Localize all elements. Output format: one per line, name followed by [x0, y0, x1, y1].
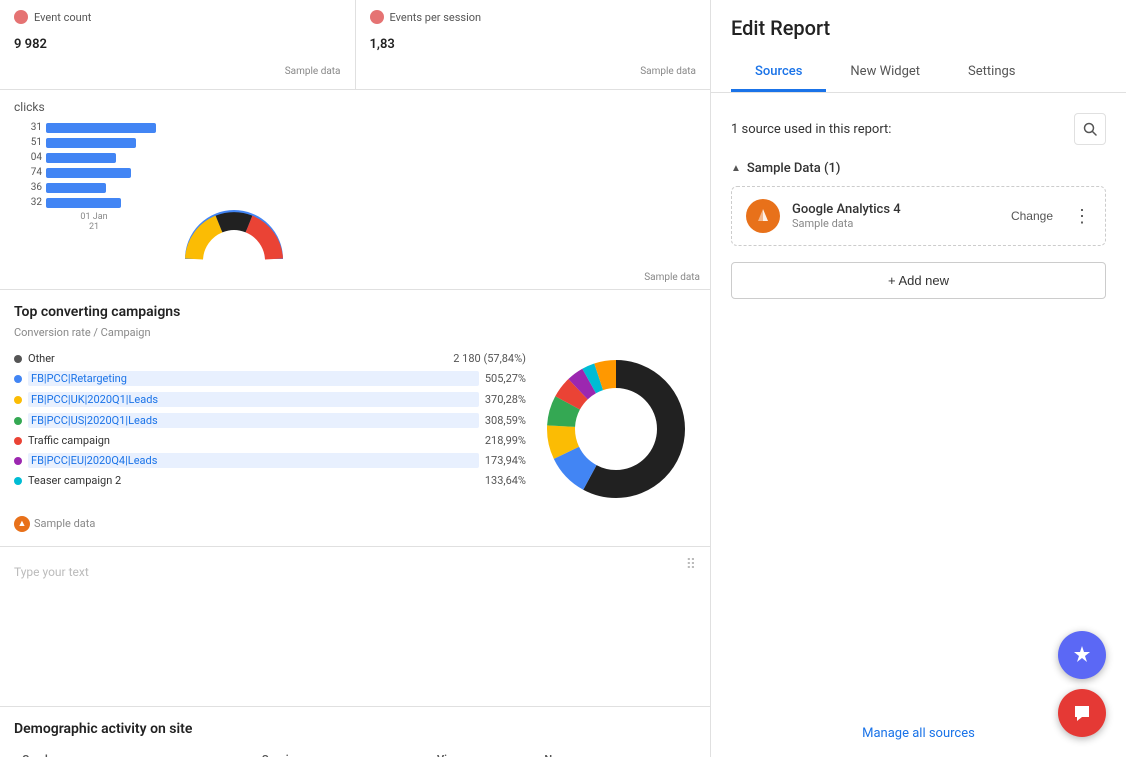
change-source-button[interactable]: Change	[1003, 205, 1061, 227]
demographic-table: Gender Sessions ▼ Views New users Gender…	[14, 747, 696, 757]
bar-6	[46, 198, 121, 208]
sources-count-label: 1 source used in this report:	[731, 122, 891, 137]
clicks-label: clicks	[14, 100, 174, 114]
campaign-row: FB|PCC|US|2020Q1|Leads 308,59%	[14, 410, 526, 431]
campaign-row: FB|PCC|UK|2020Q1|Leads 370,28%	[14, 389, 526, 410]
sources-header: 1 source used in this report:	[731, 113, 1106, 145]
date-label: 01 Jan21	[14, 212, 174, 232]
campaigns-widget: Top converting campaigns Conversion rate…	[0, 290, 710, 547]
campaigns-title: Top converting campaigns	[14, 304, 696, 320]
section-header[interactable]: ▲ Sample Data (1)	[731, 161, 1106, 176]
source-name: Google Analytics 4	[792, 202, 991, 217]
campaign-dot	[14, 477, 22, 485]
more-options-button[interactable]: ⋮	[1073, 206, 1091, 227]
tab-sources[interactable]: Sources	[731, 54, 826, 92]
campaign-row: Traffic campaign 218,99%	[14, 431, 526, 450]
col-header-views: Views	[429, 747, 536, 757]
campaign-value: 2 180 (57,84%)	[453, 352, 526, 365]
fab-container	[1058, 631, 1106, 737]
ai-assistant-button[interactable]	[1058, 631, 1106, 679]
metric-event-count: Event count 9 982 Sample data	[0, 0, 356, 89]
edit-report-title: Edit Report	[731, 16, 1106, 40]
campaign-dot	[14, 417, 22, 425]
chat-button[interactable]	[1058, 689, 1106, 737]
campaign-dot	[14, 396, 22, 404]
campaign-name: FB|PCC|Retargeting	[28, 371, 479, 386]
event-count-icon	[14, 10, 28, 24]
chat-icon	[1071, 702, 1093, 724]
text-widget-placeholder[interactable]: Type your text	[14, 565, 89, 579]
events-session-value: 1,83	[370, 37, 697, 52]
ga4-icon	[746, 199, 780, 233]
left-panel: Event count 9 982 Sample data Events per…	[0, 0, 710, 757]
metric-events-per-session: Events per session 1,83 Sample data	[356, 0, 711, 89]
campaign-value: 308,59%	[485, 414, 526, 427]
campaign-value: 133,64%	[485, 474, 526, 487]
campaign-dot	[14, 355, 22, 363]
campaign-name: Teaser campaign 2	[28, 474, 479, 487]
campaign-row: Other 2 180 (57,84%)	[14, 349, 526, 368]
campaign-value: 505,27%	[485, 372, 526, 385]
event-count-value: 9 982	[14, 37, 341, 52]
chevron-down-icon: ▲	[731, 163, 741, 174]
source-type: Sample data	[792, 217, 991, 230]
demographic-widget: Demographic activity on site Gender Sess…	[0, 707, 710, 757]
bar-4	[46, 168, 131, 178]
campaign-value: 218,99%	[485, 434, 526, 447]
campaigns-list: Other 2 180 (57,84%) FB|PCC|Retargeting …	[14, 349, 526, 509]
campaign-row: FB|PCC|EU|2020Q4|Leads 173,94%	[14, 450, 526, 471]
campaigns-sample-data: Sample data	[34, 515, 95, 532]
campaign-name: FB|PCC|US|2020Q1|Leads	[28, 413, 479, 428]
campaign-value: 370,28%	[485, 393, 526, 406]
clicks-sample-data: Sample data	[644, 272, 700, 283]
demographic-title: Demographic activity on site	[14, 721, 696, 737]
right-panel-header: Edit Report Sources New Widget Settings	[711, 0, 1126, 93]
search-icon	[1083, 122, 1097, 136]
bar-5	[46, 183, 106, 193]
semi-donut-chart	[184, 209, 284, 269]
bar-1	[46, 123, 156, 133]
campaign-dot	[14, 457, 22, 465]
drag-handle-icon[interactable]: ⠿	[686, 557, 696, 573]
col-header-sessions[interactable]: Sessions ▼	[254, 747, 429, 757]
add-new-source-button[interactable]: + Add new	[731, 262, 1106, 299]
text-widget: ⠿ Type your text	[0, 547, 710, 707]
source-info: Google Analytics 4 Sample data	[792, 202, 991, 230]
section-title: Sample Data (1)	[747, 161, 841, 176]
campaign-value: 173,94%	[485, 454, 526, 467]
campaign-dot	[14, 437, 22, 445]
campaign-dot	[14, 375, 22, 383]
clicks-bar-area: 31 51 04 74 36 32	[14, 122, 174, 208]
event-count-sample: Sample data	[14, 64, 341, 79]
events-session-sample: Sample data	[370, 64, 697, 79]
campaign-name: Other	[28, 352, 447, 365]
bar-3	[46, 153, 116, 163]
ai-icon	[1070, 643, 1094, 667]
campaign-name: FB|PCC|EU|2020Q4|Leads	[28, 453, 479, 468]
event-count-label: Event count	[34, 11, 91, 24]
events-session-icon	[370, 10, 384, 24]
campaign-row: FB|PCC|Retargeting 505,27%	[14, 368, 526, 389]
tab-new-widget[interactable]: New Widget	[826, 54, 944, 92]
donut-chart	[536, 349, 696, 509]
events-session-label: Events per session	[390, 11, 482, 24]
right-panel-content: 1 source used in this report: ▲ Sample D…	[711, 93, 1126, 710]
clicks-widget: clicks 31 51 04 74 36 32 01 Jan21 Sample…	[0, 90, 710, 290]
tabs-bar: Sources New Widget Settings	[731, 54, 1106, 92]
sample-data-section: ▲ Sample Data (1) Google Analytics 4 Sam…	[731, 161, 1106, 246]
tab-settings[interactable]: Settings	[944, 54, 1039, 92]
col-header-newusers: New users	[536, 747, 696, 757]
campaign-name: FB|PCC|UK|2020Q1|Leads	[28, 392, 479, 407]
col-header-gender: Gender	[14, 747, 254, 757]
campaign-name: Traffic campaign	[28, 434, 479, 447]
source-card: Google Analytics 4 Sample data Change ⋮	[731, 186, 1106, 246]
search-button[interactable]	[1074, 113, 1106, 145]
campaigns-source-icon: ▲	[14, 516, 30, 532]
bar-2	[46, 138, 136, 148]
campaigns-subtitle: Conversion rate / Campaign	[14, 326, 696, 339]
campaign-row: Teaser campaign 2 133,64%	[14, 471, 526, 490]
top-metrics-bar: Event count 9 982 Sample data Events per…	[0, 0, 710, 90]
